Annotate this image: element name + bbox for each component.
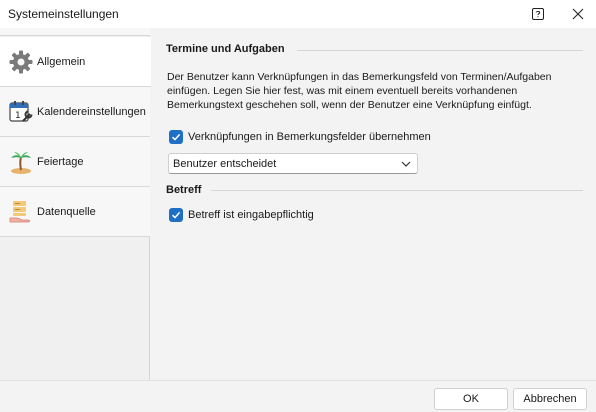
link-checkbox-label: Verknüpfungen in Bemerkungsfelder überne… <box>188 131 431 143</box>
checkmark-icon <box>171 211 181 219</box>
link-checkbox-row[interactable]: Verknüpfungen in Bemerkungsfelder überne… <box>169 130 431 144</box>
behavior-dropdown[interactable]: Benutzer entscheidet <box>168 153 418 174</box>
section-title-betreff: Betreff <box>166 184 202 196</box>
section-divider <box>211 190 583 191</box>
chevron-down-icon <box>401 161 411 167</box>
subject-checkbox[interactable] <box>169 208 183 222</box>
link-checkbox[interactable] <box>169 130 183 144</box>
sidebar-item-allgemein[interactable]: Allgemein <box>0 37 151 87</box>
subject-checkbox-label: Betreff ist eingabepflichtig <box>188 209 314 221</box>
gear-icon <box>8 49 34 75</box>
palm-island-icon <box>8 149 34 175</box>
dialog-footer: OK Abbrechen <box>0 380 596 412</box>
description-line: Bemerkungstext geschehen soll, wenn der … <box>167 99 532 111</box>
sidebar-item-label: Feiertage <box>37 155 84 168</box>
sidebar: Allgemein 1 Kalendereinstellungen Feiert… <box>0 28 151 380</box>
ok-button[interactable]: OK <box>434 388 508 410</box>
calendar-wrench-icon: 1 <box>8 99 34 125</box>
cancel-button[interactable]: Abbrechen <box>513 388 587 410</box>
subject-checkbox-row[interactable]: Betreff ist eingabepflichtig <box>169 208 314 222</box>
dropdown-value: Benutzer entscheidet <box>173 157 277 170</box>
help-button[interactable] <box>520 0 556 28</box>
help-icon <box>532 8 544 20</box>
sidebar-item-datenquelle[interactable]: Datenquelle <box>0 187 150 237</box>
section-title-termine: Termine und Aufgaben <box>166 43 285 55</box>
window-title: Systemeinstellungen <box>8 7 119 21</box>
settings-panel: Termine und Aufgaben Der Benutzer kann V… <box>151 28 596 380</box>
section-divider <box>297 50 583 51</box>
description-line: einfügen. Legen Sie hier fest, was mit e… <box>167 85 518 97</box>
sidebar-item-label: Kalendereinstellungen <box>37 105 146 118</box>
checkmark-icon <box>171 133 181 141</box>
close-icon <box>572 8 584 20</box>
sidebar-item-kalendereinstellungen[interactable]: 1 Kalendereinstellungen <box>0 87 150 137</box>
sidebar-top-strip <box>0 28 150 36</box>
svg-text:1: 1 <box>15 111 21 121</box>
title-bar: Systemeinstellungen <box>0 0 596 28</box>
section-description: Der Benutzer kann Verknüpfungen in das B… <box>167 70 587 112</box>
sidebar-item-label: Allgemein <box>37 55 86 68</box>
description-line: Der Benutzer kann Verknüpfungen in das B… <box>167 71 552 83</box>
sidebar-item-feiertage[interactable]: Feiertage <box>0 137 150 187</box>
close-button[interactable] <box>560 0 596 28</box>
sidebar-item-label: Datenquelle <box>37 205 96 218</box>
database-hand-icon <box>8 199 34 225</box>
